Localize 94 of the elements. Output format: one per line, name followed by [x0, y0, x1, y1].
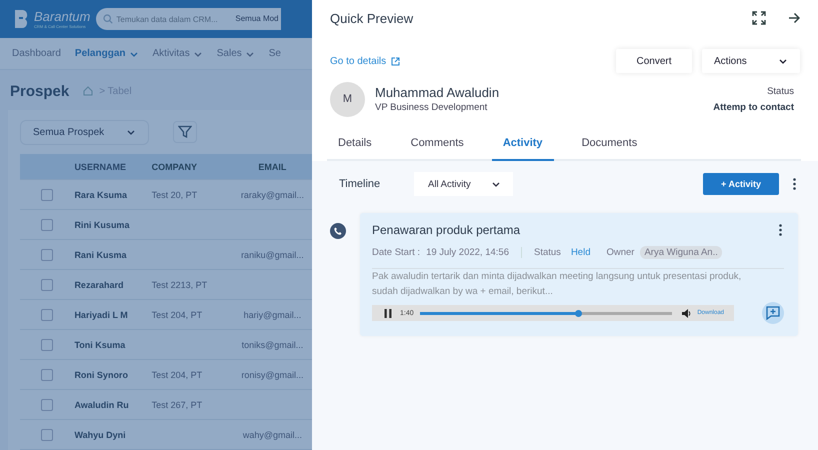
- search-field[interactable]: Temukan data dalam CRM...: [96, 8, 232, 30]
- view-select[interactable]: Semua Prospek: [20, 120, 150, 144]
- column-header: USERNAME: [74, 162, 127, 172]
- search-icon: [103, 14, 114, 24]
- table-cell-text: Test 2213, PT: [152, 280, 208, 290]
- checkbox[interactable]: [41, 218, 54, 230]
- checkbox[interactable]: [41, 308, 54, 320]
- table-cell-text: Roni Synoro: [74, 370, 129, 380]
- date-value: 19 July 2022, 14:56: [426, 247, 509, 258]
- filter-icon: [178, 125, 192, 139]
- status-value: Attemp to contact: [713, 102, 794, 112]
- table-cell-text: hariy@gmail...: [242, 310, 302, 320]
- table-cell-text: Test 20, PT: [152, 190, 198, 200]
- chevron-down-icon: [490, 180, 501, 188]
- chevron-down-icon: [192, 50, 203, 58]
- pause-icon: [384, 308, 392, 318]
- home-icon: [83, 86, 94, 96]
- status-label: Status: [534, 247, 561, 258]
- checkbox[interactable]: [41, 248, 54, 260]
- table-cell-text: Rini Kusuma: [74, 220, 130, 230]
- seek-slider[interactable]: [420, 312, 672, 314]
- owner-label: Owner: [606, 247, 634, 258]
- table-cell-text: wahy@gmail...: [242, 430, 303, 440]
- date-label: Date Start :: [372, 247, 420, 258]
- table-cell-text: toniks@gmail...: [240, 340, 304, 350]
- actions-button[interactable]: Actions: [702, 49, 800, 73]
- checkbox[interactable]: [41, 278, 54, 290]
- pause-button[interactable]: [382, 306, 394, 320]
- chevron-down-icon: [128, 50, 138, 58]
- kebab-icon: [779, 224, 782, 236]
- kebab-icon: [793, 178, 796, 190]
- comment-plus-icon: [766, 306, 780, 320]
- table-cell-text: Awaludin Ru: [74, 400, 130, 410]
- table-cell-text: Rara Ksuma: [74, 190, 128, 200]
- column-header: EMAIL: [257, 162, 288, 172]
- checkbox[interactable]: [41, 368, 54, 380]
- expand-icon: [752, 11, 766, 25]
- filter-button[interactable]: [173, 121, 198, 143]
- table-cell-text: ronisy@gmail...: [240, 370, 304, 380]
- nav-item[interactable]: Pelanggan: [74, 48, 138, 59]
- nav-item[interactable]: Se: [268, 48, 281, 59]
- table-cell-text: raraky@gmail...: [240, 190, 305, 200]
- tab[interactable]: Documents: [570, 133, 648, 161]
- contact-name: Muhammad Awaludin: [375, 85, 500, 100]
- arrow-right-icon: [788, 12, 800, 24]
- chevron-down-icon: [126, 128, 136, 136]
- tab[interactable]: Activity: [492, 133, 554, 161]
- table-cell-text: Hariyadi L M: [74, 310, 129, 320]
- module-select[interactable]: Semua Mod: [230, 8, 281, 30]
- tab[interactable]: Comments: [400, 133, 475, 161]
- avatar: M: [330, 82, 365, 116]
- checkbox[interactable]: [41, 188, 54, 200]
- more-button[interactable]: [777, 224, 784, 236]
- tab[interactable]: Details: [327, 133, 383, 161]
- column-header: COMPANY: [152, 162, 198, 172]
- logo-wordmark: Barantum: [34, 9, 90, 24]
- table-cell-text: Test 267, PT: [152, 400, 204, 410]
- checkbox[interactable]: [41, 338, 54, 350]
- timeline-label: Timeline: [338, 178, 382, 190]
- chevron-down-icon: [778, 57, 788, 65]
- nav-item[interactable]: Sales: [216, 48, 255, 59]
- nav-item[interactable]: Dashboard: [12, 48, 61, 59]
- phone-icon: [330, 223, 346, 239]
- expand-button[interactable]: [752, 11, 766, 25]
- activity-note: Pak awaludin tertarik dan minta dijadwalkan meeting langsung untuk presentasi produk, sudah dijadwalkan by wa + email, berikut...: [372, 268, 784, 299]
- add-comment-button[interactable]: [762, 302, 784, 324]
- chevron-down-icon: [244, 50, 255, 58]
- activity-filter[interactable]: All Activity: [414, 172, 513, 196]
- owner-chip: Arya Wiguna An..: [640, 246, 722, 259]
- panel-title: Quick Preview: [330, 10, 414, 26]
- page-title: Prospek: [10, 82, 70, 100]
- convert-button[interactable]: Convert: [616, 49, 692, 73]
- checkbox[interactable]: [41, 428, 54, 440]
- checkbox[interactable]: [41, 398, 54, 410]
- activity-status: Held: [570, 247, 590, 258]
- slider-thumb[interactable]: [575, 310, 582, 316]
- table-cell-text: raniku@gmail...: [240, 250, 305, 260]
- close-panel-button[interactable]: [788, 12, 800, 24]
- add-activity-button[interactable]: + Activity: [703, 173, 779, 195]
- logo-icon: [14, 9, 30, 29]
- go-to-details-link[interactable]: Go to details: [330, 56, 400, 66]
- table-cell-text: Rezarahard: [74, 280, 124, 290]
- table-cell-text: Toni Ksuma: [74, 340, 126, 350]
- table-cell-text: Wahyu Dyni: [74, 430, 127, 440]
- status-label: Status: [766, 86, 794, 96]
- speaker-icon: [682, 308, 692, 318]
- table-cell-text: Test 204, PT: [152, 310, 204, 320]
- more-button[interactable]: [791, 178, 798, 190]
- activity-title: Penawaran produk pertama: [372, 223, 520, 237]
- external-link-icon: [391, 56, 400, 66]
- job-title: VP Business Development: [375, 102, 488, 113]
- table-cell-text: Test 204, PT: [152, 370, 204, 380]
- table-cell-text: Rani Kusma: [74, 250, 128, 260]
- nav-item[interactable]: Aktivitas: [152, 48, 203, 59]
